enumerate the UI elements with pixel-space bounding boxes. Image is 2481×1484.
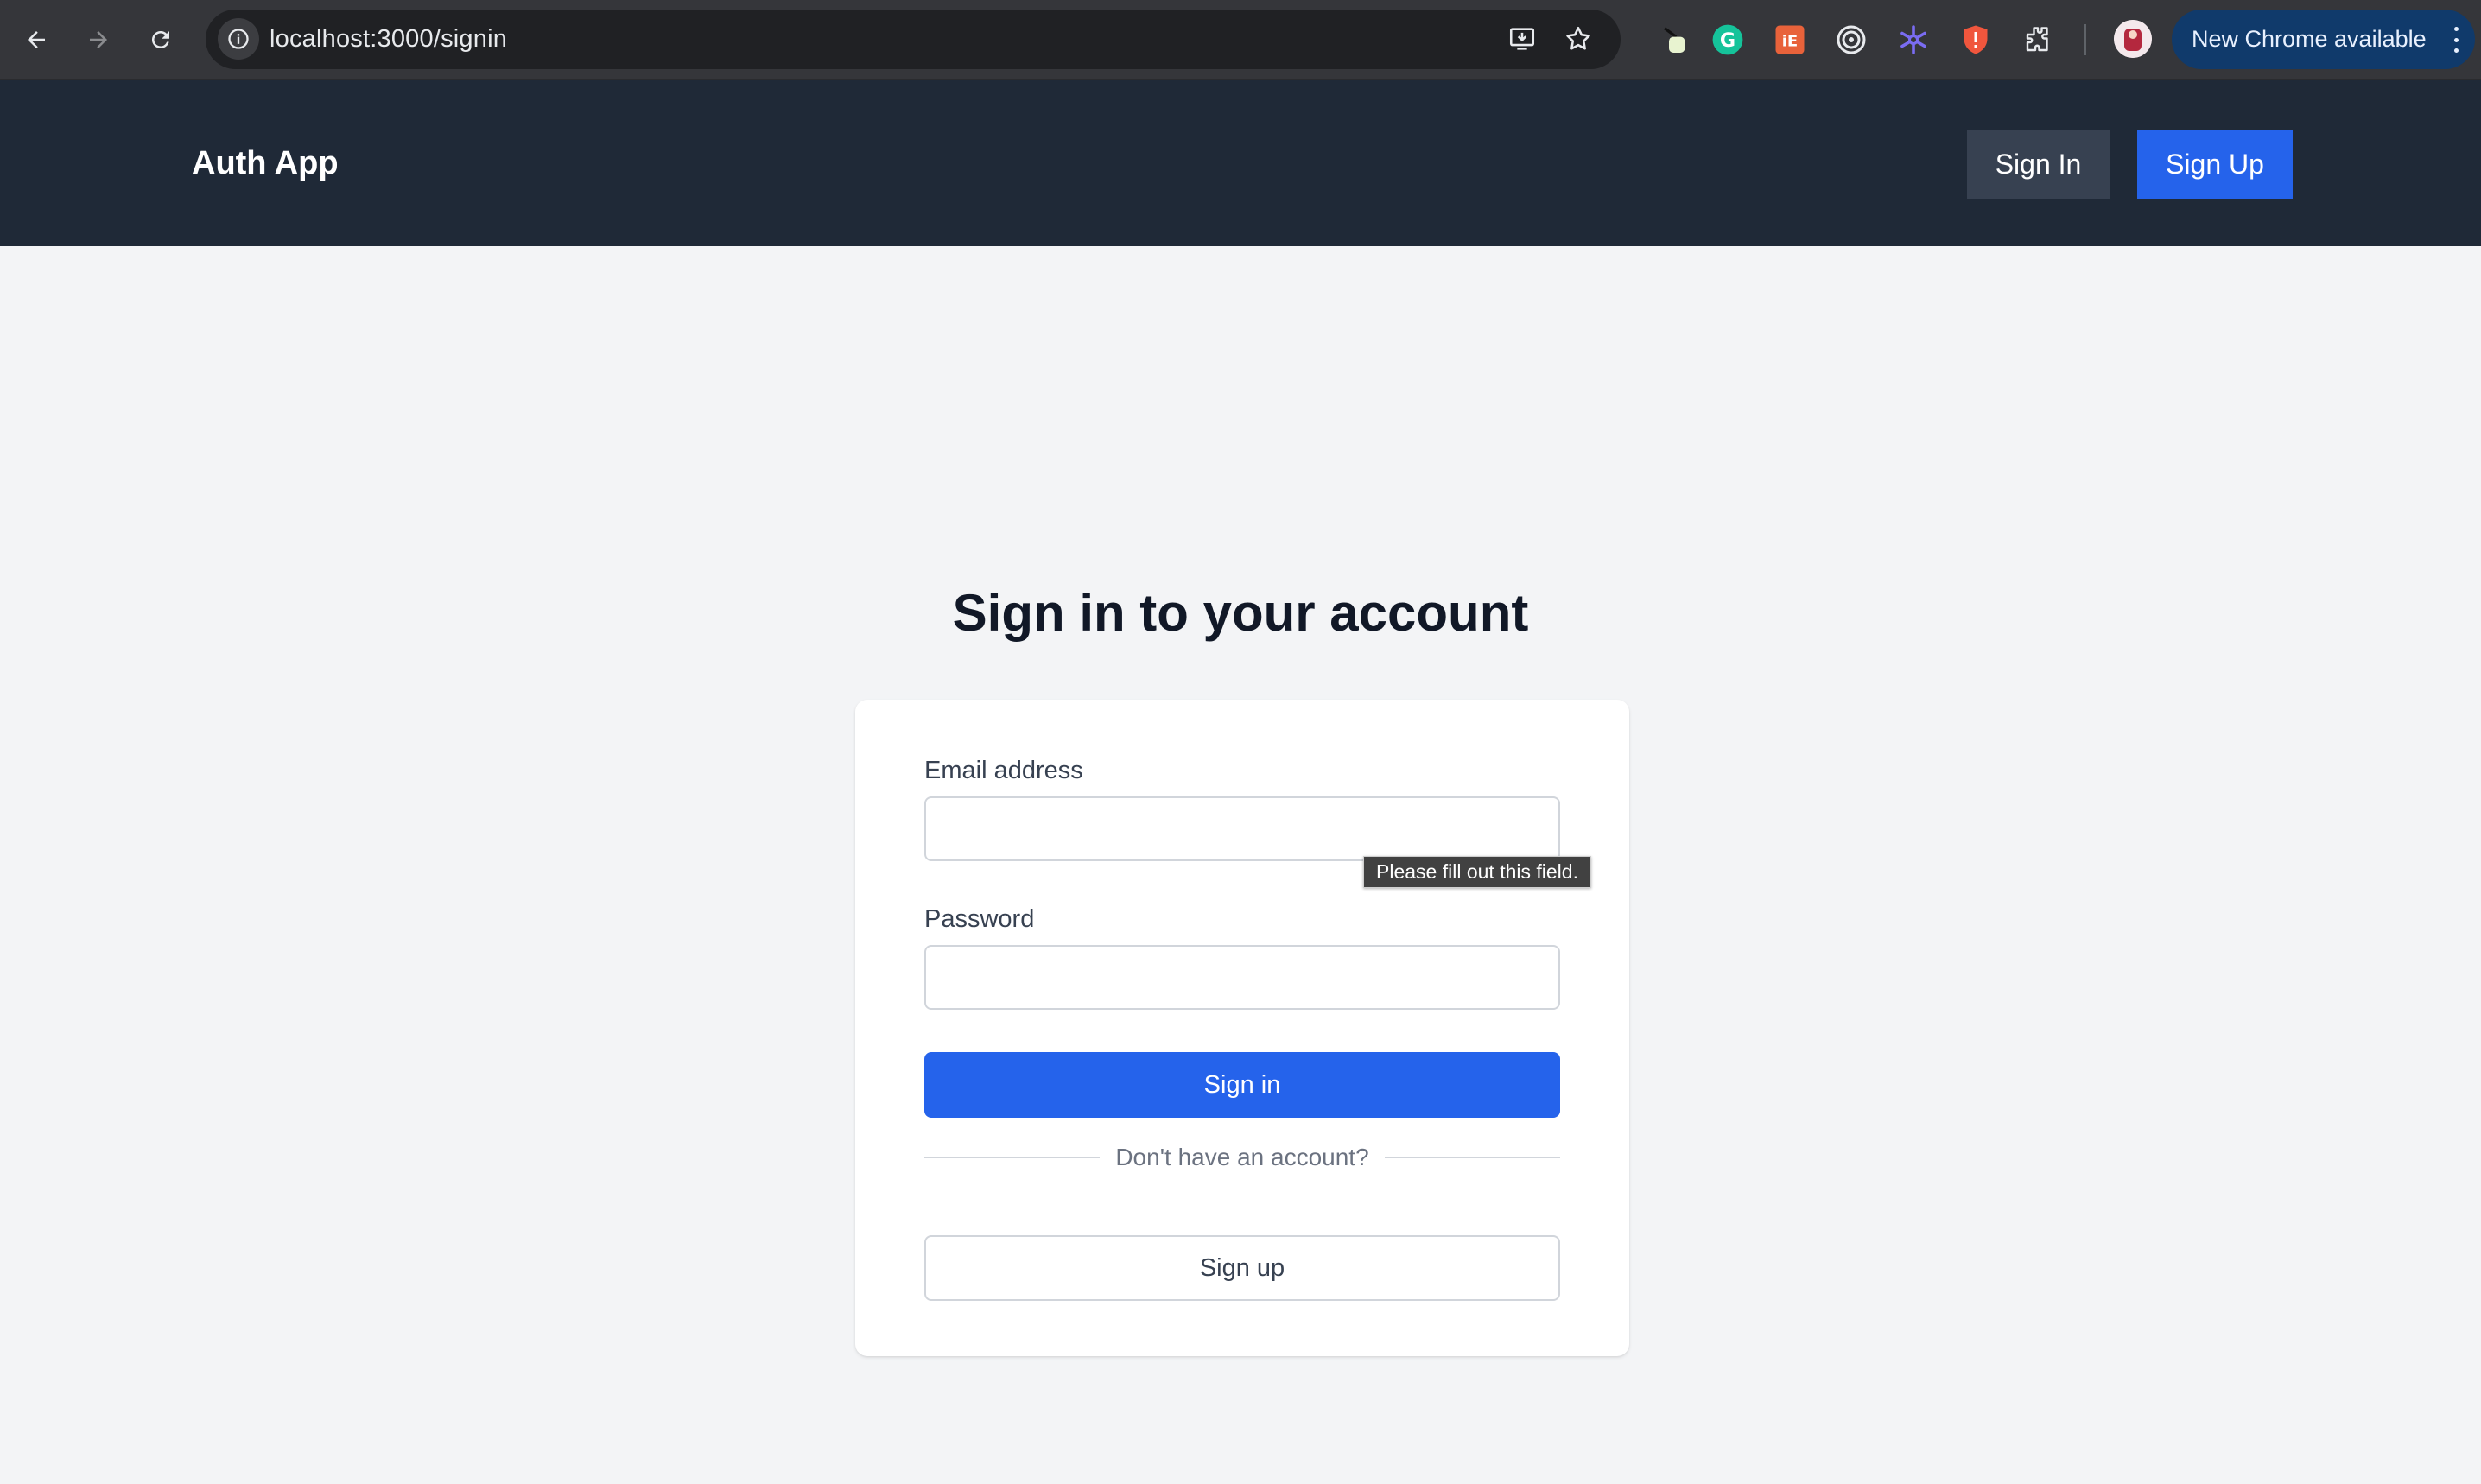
install-app-icon[interactable] <box>1503 20 1541 58</box>
chrome-update-button[interactable]: New Chrome available <box>2172 10 2475 69</box>
chrome-update-label: New Chrome available <box>2192 26 2427 52</box>
shield-extension-icon[interactable] <box>1956 20 1996 60</box>
toolbar-divider <box>2084 24 2086 55</box>
ink-extension-icon[interactable] <box>1653 20 1693 60</box>
signup-button[interactable]: Sign up <box>924 1235 1560 1301</box>
snowflake-extension-icon[interactable] <box>1894 20 1933 60</box>
signin-card: Email address Please fill out this field… <box>855 700 1629 1356</box>
grammarly-icon[interactable]: G <box>1708 20 1748 60</box>
page-title: Sign in to your account <box>952 584 1529 642</box>
divider-text: Don't have an account? <box>1115 1144 1369 1170</box>
reload-icon[interactable] <box>140 19 181 60</box>
divider-line-right <box>1384 1157 1560 1158</box>
password-label: Password <box>924 905 1035 933</box>
header-signin-button[interactable]: Sign In <box>1967 130 2110 199</box>
back-icon[interactable] <box>16 19 57 60</box>
divider: Don't have an account? <box>924 1140 1560 1175</box>
bookmark-star-icon[interactable] <box>1559 20 1597 58</box>
password-field[interactable] <box>924 945 1560 1010</box>
ie-extension-icon[interactable]: iE <box>1770 20 1810 60</box>
puzzle-extensions-icon[interactable] <box>2018 20 2058 60</box>
profile-avatar[interactable] <box>2114 20 2152 58</box>
chrome-menu-icon[interactable] <box>2452 27 2459 53</box>
header-signup-button[interactable]: Sign Up <box>2137 130 2293 199</box>
brand-logo[interactable]: Auth App <box>192 80 339 246</box>
target-extension-icon[interactable] <box>1831 20 1871 60</box>
validation-tooltip: Please fill out this field. <box>1363 856 1591 888</box>
email-label: Email address <box>924 757 1083 784</box>
address-bar[interactable]: localhost:3000/signin <box>206 10 1621 69</box>
url-text[interactable]: localhost:3000/signin <box>270 10 507 69</box>
site-info-icon[interactable] <box>218 18 259 60</box>
svg-text:iE: iE <box>1782 33 1798 51</box>
email-field[interactable] <box>924 796 1560 861</box>
browser-toolbar: localhost:3000/signin G iE New Chrome av… <box>0 0 2481 80</box>
divider-line-left <box>924 1157 1101 1158</box>
forward-icon[interactable] <box>78 19 119 60</box>
app-header: Auth App Sign In Sign Up <box>0 80 2481 246</box>
svg-text:G: G <box>1720 29 1735 52</box>
signin-submit-button[interactable]: Sign in <box>924 1052 1560 1118</box>
